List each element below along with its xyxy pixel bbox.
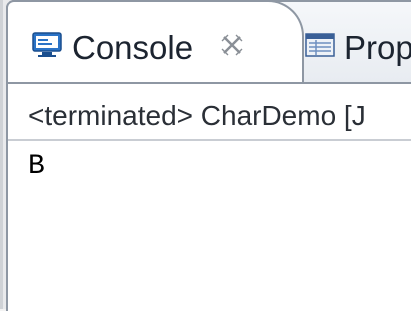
console-output-area[interactable]: B	[8, 141, 411, 311]
eclipse-view-frame: Console Prop <terminated> CharDemo [J B	[0, 0, 411, 311]
console-output-line: B	[28, 151, 45, 182]
editor-edge	[0, 0, 3, 309]
console-status-text: <terminated> CharDemo [J	[28, 100, 366, 131]
console-icon	[32, 32, 62, 57]
tab-console-label: Console	[72, 29, 194, 66]
tab-divider	[8, 82, 411, 84]
tab-properties-label: Prop	[344, 29, 411, 66]
close-icon[interactable]	[219, 32, 245, 58]
properties-icon	[305, 33, 335, 57]
console-view: Console Prop <terminated> CharDemo [J B	[6, 0, 411, 311]
